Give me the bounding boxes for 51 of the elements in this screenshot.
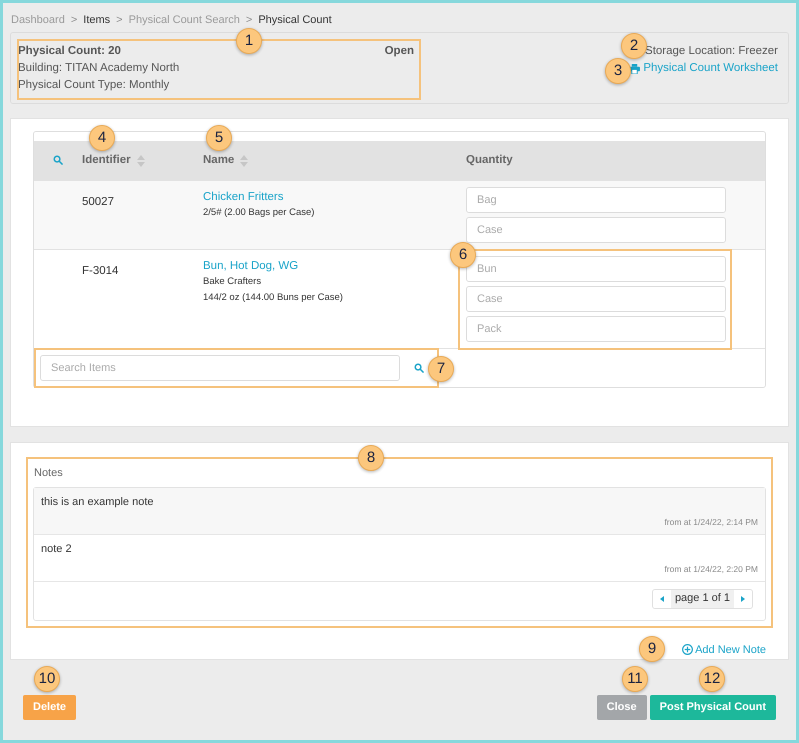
delete-button[interactable]: Delete xyxy=(23,695,76,720)
quantity-field[interactable]: Case xyxy=(466,217,726,243)
printer-icon xyxy=(629,64,640,74)
search-icon[interactable] xyxy=(414,363,424,373)
breadcrumb-link[interactable]: Dashboard xyxy=(11,12,65,28)
note-text: this is an example note xyxy=(41,494,155,510)
callout-number: 1 xyxy=(236,28,262,54)
column-header: Name xyxy=(203,153,234,168)
search-icon[interactable] xyxy=(53,154,63,164)
status-label: Open xyxy=(384,44,414,59)
notes-label: Notes xyxy=(34,466,64,481)
item-detail: 144/2 oz (144.00 Buns per Case) xyxy=(203,291,343,305)
callout-number: 10 xyxy=(34,666,60,692)
callout-number: 2 xyxy=(621,33,647,59)
close-button[interactable]: Close xyxy=(596,695,647,720)
quantity-field[interactable]: Bag xyxy=(466,187,726,213)
page-indicator: page 1 of 1 xyxy=(670,590,734,608)
post-button[interactable]: Post Physical Count xyxy=(650,695,776,720)
item-detail: 2/5# (2.00 Bags per Case) xyxy=(203,206,314,220)
identifier-cell: F-3014 xyxy=(82,265,118,277)
callout-number: 3 xyxy=(605,58,631,84)
column-header: Quantity xyxy=(466,153,513,168)
plus-circle-icon xyxy=(682,644,694,656)
note-meta: from at 1/24/22, 2:14 PM xyxy=(664,516,758,529)
count-title: Physical Count: 20 xyxy=(18,44,121,59)
search-items-field[interactable]: Search Items xyxy=(40,355,400,381)
item-detail: Bake Crafters xyxy=(203,275,262,289)
worksheet-link[interactable]: Physical Count Worksheet xyxy=(629,60,778,77)
callout-number: 11 xyxy=(622,666,648,692)
quantity-field[interactable]: Bun xyxy=(466,256,726,282)
breadcrumb-link[interactable]: Items xyxy=(83,12,110,28)
callout-number: 12 xyxy=(699,666,725,692)
add-note-link[interactable]: Add New Note xyxy=(682,642,766,658)
count-type-text: Physical Count Type: Monthly xyxy=(18,78,170,93)
breadcrumb-link[interactable]: Physical Count xyxy=(258,12,332,28)
identifier-cell: 50027 xyxy=(82,196,114,208)
column-header: Identifier xyxy=(82,153,131,168)
building-text: Building: TITAN Academy North xyxy=(18,61,180,76)
left-triangle-icon xyxy=(660,596,664,602)
right-triangle-icon xyxy=(741,596,745,602)
breadcrumb-separator: > xyxy=(70,12,78,28)
breadcrumb-separator: > xyxy=(246,12,252,28)
quantity-field[interactable]: Pack xyxy=(466,316,726,342)
note-meta: from at 1/24/22, 2:20 PM xyxy=(664,563,758,576)
breadcrumb-separator: > xyxy=(116,12,123,28)
quantity-field[interactable]: Case xyxy=(466,286,726,312)
breadcrumb-link[interactable]: Physical Count Search xyxy=(128,12,240,28)
item-name-link[interactable]: Bun, Hot Dog, WG xyxy=(203,258,298,274)
item-name-link[interactable]: Chicken Fritters xyxy=(203,189,284,205)
note-text: note 2 xyxy=(41,542,73,556)
storage-location: Storage Location: Freezer xyxy=(645,44,778,59)
